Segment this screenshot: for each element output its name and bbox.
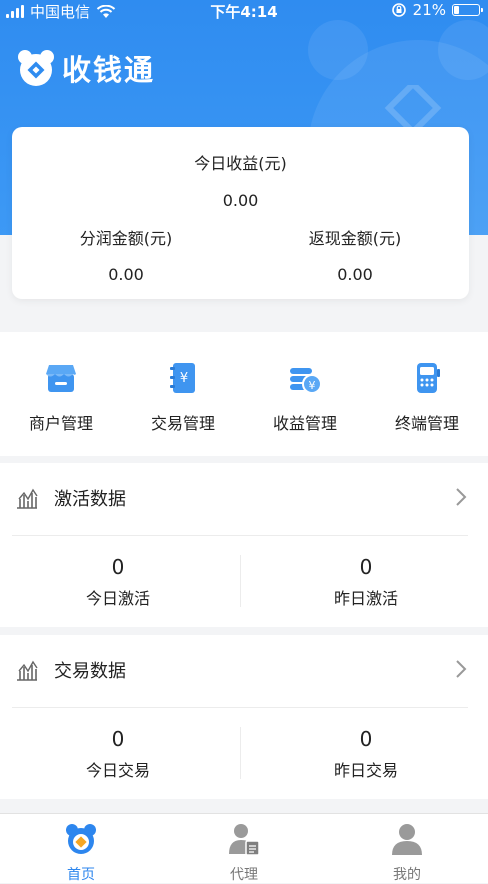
today-activation-label: 今日激活	[85, 589, 150, 608]
app-title: 收钱通	[62, 53, 156, 87]
today-earnings-value: 0.00	[222, 191, 259, 210]
tab-profile-label: 我的	[393, 867, 421, 883]
today-earnings-label: 今日收益(元)	[194, 154, 287, 173]
today-transaction-label: 今日交易	[85, 761, 150, 780]
svg-text:¥: ¥	[180, 371, 188, 386]
cashback-value: 0.00	[337, 265, 373, 284]
battery-icon	[452, 4, 483, 16]
yuan-book-icon: ¥	[170, 363, 195, 393]
status-bar: 中国电信 下午4:14 21%	[0, 0, 488, 22]
tab-home-label: 首页	[67, 867, 95, 883]
earnings-management-button[interactable]: ¥ 收益管理	[244, 360, 366, 434]
merchant-management-label: 商户管理	[28, 414, 93, 433]
profile-icon	[392, 824, 422, 855]
earnings-management-label: 收益管理	[272, 414, 337, 433]
today-transaction-value: 0	[111, 727, 125, 751]
chevron-right-icon	[456, 488, 467, 506]
pos-terminal-icon	[417, 363, 440, 393]
profit-value: 0.00	[108, 265, 144, 284]
yesterday-transaction-label: 昨日交易	[333, 761, 398, 780]
activation-data-header[interactable]: 激活数据	[0, 463, 488, 535]
tab-home[interactable]: 首页	[0, 822, 162, 884]
yesterday-activation-value: 0	[359, 555, 373, 579]
battery-percent: 21%	[412, 1, 446, 19]
activation-data-section: 激活数据 0 今日激活 0 昨日激活	[0, 463, 488, 627]
rotation-lock-icon	[391, 3, 406, 17]
app-logo-icon	[18, 50, 54, 86]
cashback-label: 返现金额(元)	[308, 229, 402, 248]
tab-profile[interactable]: 我的	[326, 822, 488, 884]
transaction-management-button[interactable]: ¥ 交易管理	[122, 360, 244, 434]
agent-icon	[229, 824, 260, 856]
coins-icon: ¥	[290, 368, 322, 394]
earnings-card: 今日收益(元) 0.00 分润金额(元) 0.00 返现金额(元) 0.00	[12, 127, 469, 299]
yesterday-activation-stat: 0 昨日激活	[252, 555, 480, 609]
today-transaction-stat: 0 今日交易	[4, 727, 232, 781]
svg-text:¥: ¥	[309, 379, 316, 392]
store-icon	[46, 365, 76, 392]
activation-data-title: 激活数据	[54, 489, 126, 510]
brand: 收钱通	[16, 47, 155, 89]
tab-agent-label: 代理	[230, 867, 258, 883]
line-chart-icon	[17, 488, 38, 509]
profit-label: 分润金额(元)	[79, 229, 173, 248]
terminal-management-label: 终端管理	[394, 414, 459, 433]
line-chart-icon	[17, 660, 38, 681]
yesterday-activation-label: 昨日激活	[333, 589, 398, 608]
transaction-management-label: 交易管理	[150, 414, 215, 433]
transaction-data-title: 交易数据	[54, 661, 126, 682]
yesterday-transaction-stat: 0 昨日交易	[252, 727, 480, 781]
today-activation-stat: 0 今日激活	[4, 555, 232, 609]
tab-agent[interactable]: 代理	[163, 822, 325, 884]
transaction-data-header[interactable]: 交易数据	[0, 635, 488, 707]
today-activation-value: 0	[111, 555, 125, 579]
yesterday-transaction-value: 0	[359, 727, 373, 751]
terminal-management-button[interactable]: 终端管理	[366, 360, 488, 434]
function-grid: 商户管理 ¥ 交易管理 ¥ 收益管理 终端管理	[0, 332, 488, 456]
bottom-tab-bar: 首页 代理 我的	[0, 813, 488, 883]
home-mascot-icon	[66, 824, 96, 854]
merchant-management-button[interactable]: 商户管理	[0, 360, 122, 434]
transaction-data-section: 交易数据 0 今日交易 0 昨日交易	[0, 635, 488, 799]
chevron-right-icon	[456, 660, 467, 678]
